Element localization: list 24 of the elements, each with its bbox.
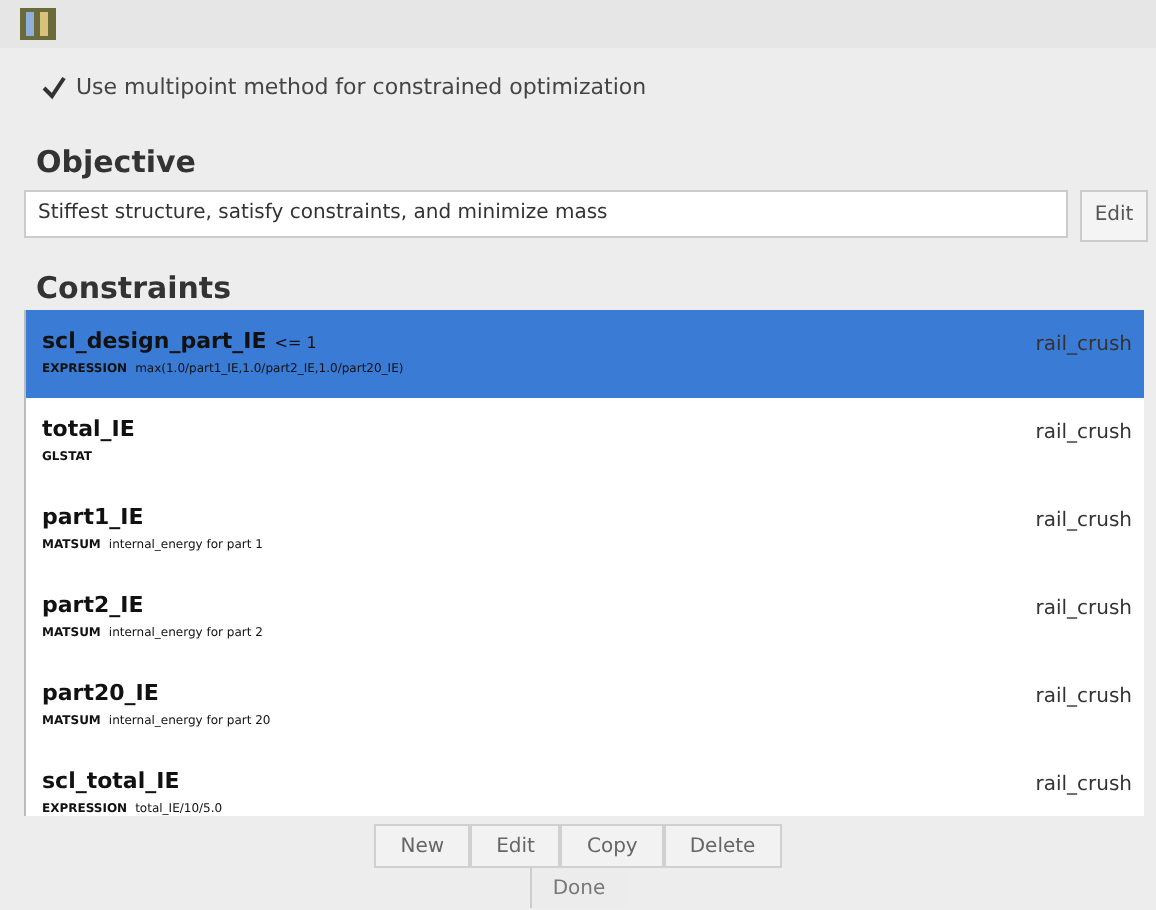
checkbox-label: Use multipoint method for constrained optimization [76,71,647,104]
loadcase-label: rail_crush [1035,772,1132,800]
action-button[interactable]: Copy [560,824,664,868]
loadcase-label: rail_crush [1035,596,1132,624]
constraint-name: total_IE [42,414,135,446]
constraint-name: part20_IE [42,678,159,710]
checkbox[interactable] [40,74,68,102]
action-button[interactable]: Edit [470,824,561,868]
constraint-name: scl_design_part_IE [42,326,267,358]
action-button[interactable]: Delete [663,824,782,868]
section-heading: Constraints [34,267,234,309]
section-heading: Objective [34,142,198,184]
loadcase-label: rail_crush [1035,420,1132,448]
app-icon [20,8,56,40]
loadcase-label: rail_crush [1035,332,1132,360]
loadcase-label: rail_crush [1035,508,1132,536]
constraint-name: scl_total_IE [42,766,180,798]
constraint-name: part2_IE [42,590,144,622]
objective-field[interactable]: Stiffest structure, satisfy constraints, and minimize mass [24,189,1068,237]
loadcase-label: rail_crush [1035,684,1132,712]
constraint-condition: <= 1 [274,332,317,356]
constraint-name: part1_IE [42,502,144,534]
edit-button[interactable]: Edit [1080,189,1148,241]
action-button[interactable]: New [374,824,471,868]
